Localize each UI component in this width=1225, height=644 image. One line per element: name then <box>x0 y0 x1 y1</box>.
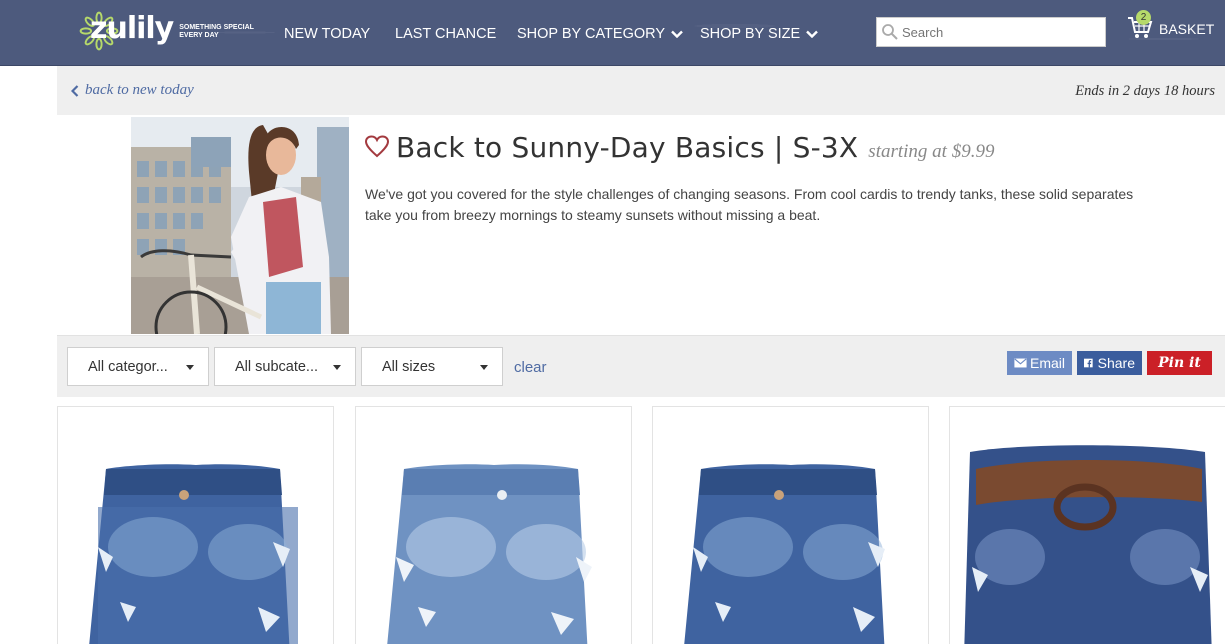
dropdown-value: All categor... <box>88 358 168 375</box>
back-to-new-today-link[interactable]: back to new today <box>71 82 194 99</box>
search-icon <box>882 24 898 40</box>
product-card[interactable] <box>949 406 1225 644</box>
event-title: Back to Sunny-Day Basics | S-3X <box>396 131 859 164</box>
clear-filters-link[interactable]: clear <box>514 359 547 376</box>
nav-label: LAST CHANCE <box>395 26 497 42</box>
product-image <box>89 464 298 644</box>
product-image <box>684 464 885 644</box>
basket-count-badge: 2 <box>1136 10 1151 25</box>
search-box[interactable] <box>876 17 1106 47</box>
chevron-left-icon <box>71 84 79 97</box>
product-card[interactable] <box>57 406 334 644</box>
event-price: starting at $9.99 <box>868 141 995 162</box>
envelope-icon <box>1014 358 1027 368</box>
event-description: We've got you covered for the style chal… <box>365 186 1134 223</box>
logo-tagline: SOMETHING SPECIAL EVERY DAY <box>179 24 254 39</box>
sizes-dropdown[interactable]: All sizes <box>361 347 503 386</box>
category-dropdown[interactable]: All categor... <box>67 347 209 386</box>
dropdown-value: All sizes <box>382 358 436 375</box>
pinterest-pin-button[interactable]: Pin it <box>1147 351 1212 375</box>
product-card[interactable] <box>652 406 929 644</box>
chevron-down-icon <box>806 30 819 38</box>
nav-shop-by-category[interactable]: SHOP BY CATEGORY <box>517 26 683 42</box>
pinterest-label: Pin it <box>1158 355 1201 371</box>
subcategory-dropdown[interactable]: All subcate... <box>214 347 356 386</box>
facebook-share-button[interactable]: Share <box>1077 351 1142 375</box>
nav-new-today[interactable]: NEW TODAY <box>284 26 370 42</box>
caret-down-icon <box>480 365 488 370</box>
email-share-button[interactable]: Email <box>1007 351 1072 375</box>
basket-button[interactable]: 2 BASKET <box>1127 10 1215 40</box>
email-label: Email <box>1029 355 1065 371</box>
caret-down-icon <box>186 365 194 370</box>
caret-down-icon <box>333 365 341 370</box>
search-input[interactable] <box>902 24 1097 40</box>
woman-on-bicycle-photo <box>131 117 349 334</box>
nav-shop-by-size[interactable]: SHOP BY SIZE <box>700 26 819 42</box>
facebook-icon <box>1084 358 1093 368</box>
event-subbar: back to new today Ends in 2 days 18 hour… <box>57 66 1225 115</box>
logo-wordmark: zulily <box>90 10 174 46</box>
facebook-label: Share <box>1097 355 1135 371</box>
event-hero-image <box>131 117 349 334</box>
dropdown-value: All subcate... <box>235 358 319 375</box>
event-countdown: Ends in 2 days 18 hours <box>1075 83 1215 99</box>
heart-favorite-icon[interactable] <box>364 135 390 159</box>
nav-label: SHOP BY CATEGORY <box>517 26 666 42</box>
filter-bar: All categor... All subcate... All sizes … <box>57 335 1225 397</box>
product-image <box>964 445 1212 644</box>
product-card[interactable] <box>355 406 632 644</box>
zulily-logo[interactable]: zulily SOMETHING SPECIAL EVERY DAY <box>78 6 258 56</box>
nav-last-chance[interactable]: LAST CHANCE <box>395 26 496 42</box>
event-title-row: Back to Sunny-Day Basics | S-3X starting… <box>364 131 994 164</box>
product-image <box>387 464 592 644</box>
back-link-label: back to new today <box>85 82 194 98</box>
nav-label: SHOP BY SIZE <box>700 26 801 42</box>
nav-label: NEW TODAY <box>284 26 371 42</box>
chevron-down-icon <box>671 30 683 38</box>
site-header: zulily SOMETHING SPECIAL EVERY DAY NEW T… <box>0 0 1225 66</box>
basket-label: BASKET <box>1159 21 1215 37</box>
